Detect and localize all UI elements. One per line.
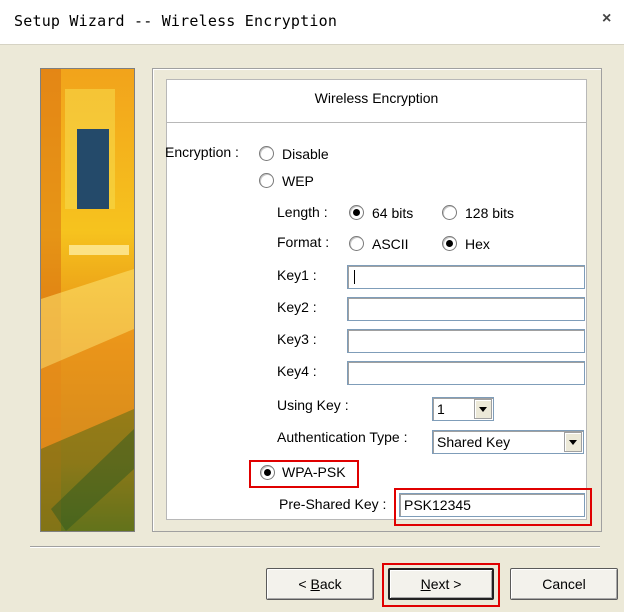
length-128-radio[interactable] xyxy=(442,205,457,220)
encryption-wep-radio[interactable] xyxy=(259,173,274,188)
back-button[interactable]: < Back xyxy=(266,568,374,600)
title-bar[interactable]: Setup Wizard -- Wireless Encryption × xyxy=(0,0,624,45)
using-key-label: Using Key : xyxy=(277,397,349,413)
next-button-rest: ext > xyxy=(430,576,462,592)
length-label: Length : xyxy=(277,204,328,220)
length-64-radio[interactable] xyxy=(349,205,364,220)
encryption-disable-label[interactable]: Disable xyxy=(282,146,329,162)
length-128-label[interactable]: 128 bits xyxy=(465,205,514,221)
auth-type-label: Authentication Type : xyxy=(277,429,408,445)
back-button-mnemonic: B xyxy=(310,576,320,592)
length-64-label[interactable]: 64 bits xyxy=(372,205,413,221)
format-ascii-label[interactable]: ASCII xyxy=(372,236,409,252)
key1-input[interactable] xyxy=(347,265,585,289)
format-label: Format : xyxy=(277,234,330,250)
next-button-mnemonic: N xyxy=(420,576,431,592)
cancel-button[interactable]: Cancel xyxy=(510,568,618,600)
key2-input[interactable] xyxy=(347,297,585,321)
close-icon[interactable]: × xyxy=(602,10,611,28)
encryption-wpa-psk-label[interactable]: WPA-PSK xyxy=(282,464,346,480)
key3-label: Key3 : xyxy=(277,331,317,347)
encryption-disable-radio[interactable] xyxy=(259,146,274,161)
pre-shared-key-input[interactable]: PSK12345 xyxy=(399,493,585,517)
encryption-wep-label[interactable]: WEP xyxy=(282,173,314,189)
section-title: Wireless Encryption xyxy=(314,90,439,106)
auth-type-dropdown[interactable]: Shared Key xyxy=(432,430,584,454)
format-hex-radio[interactable] xyxy=(442,236,457,251)
back-button-prefix: < xyxy=(298,576,311,592)
back-button-rest: ack xyxy=(319,576,342,592)
wizard-side-image xyxy=(40,68,135,532)
button-separator xyxy=(30,546,600,548)
chevron-down-icon[interactable] xyxy=(474,399,492,419)
key3-input[interactable] xyxy=(347,329,585,353)
window-title: Setup Wizard -- Wireless Encryption xyxy=(14,12,338,30)
key1-label: Key1 : xyxy=(277,267,317,283)
key4-label: Key4 : xyxy=(277,363,317,379)
pre-shared-key-label: Pre-Shared Key : xyxy=(279,496,387,512)
auth-type-value: Shared Key xyxy=(437,434,511,450)
format-ascii-radio[interactable] xyxy=(349,236,364,251)
using-key-value: 1 xyxy=(437,401,445,417)
using-key-dropdown[interactable]: 1 xyxy=(432,397,494,421)
chevron-down-icon[interactable] xyxy=(564,432,582,452)
setup-wizard-window: Setup Wizard -- Wireless Encryption × Wi… xyxy=(0,0,624,612)
key4-input[interactable] xyxy=(347,361,585,385)
section-banner: Wireless Encryption xyxy=(166,79,587,123)
text-caret xyxy=(354,270,355,284)
format-hex-label[interactable]: Hex xyxy=(465,236,490,252)
key2-label: Key2 : xyxy=(277,299,317,315)
encryption-form xyxy=(166,122,587,520)
encryption-label: Encryption : xyxy=(165,144,239,160)
encryption-wpa-psk-radio[interactable] xyxy=(260,465,275,480)
pre-shared-key-value: PSK12345 xyxy=(404,497,471,513)
next-button[interactable]: Next > xyxy=(388,568,494,600)
